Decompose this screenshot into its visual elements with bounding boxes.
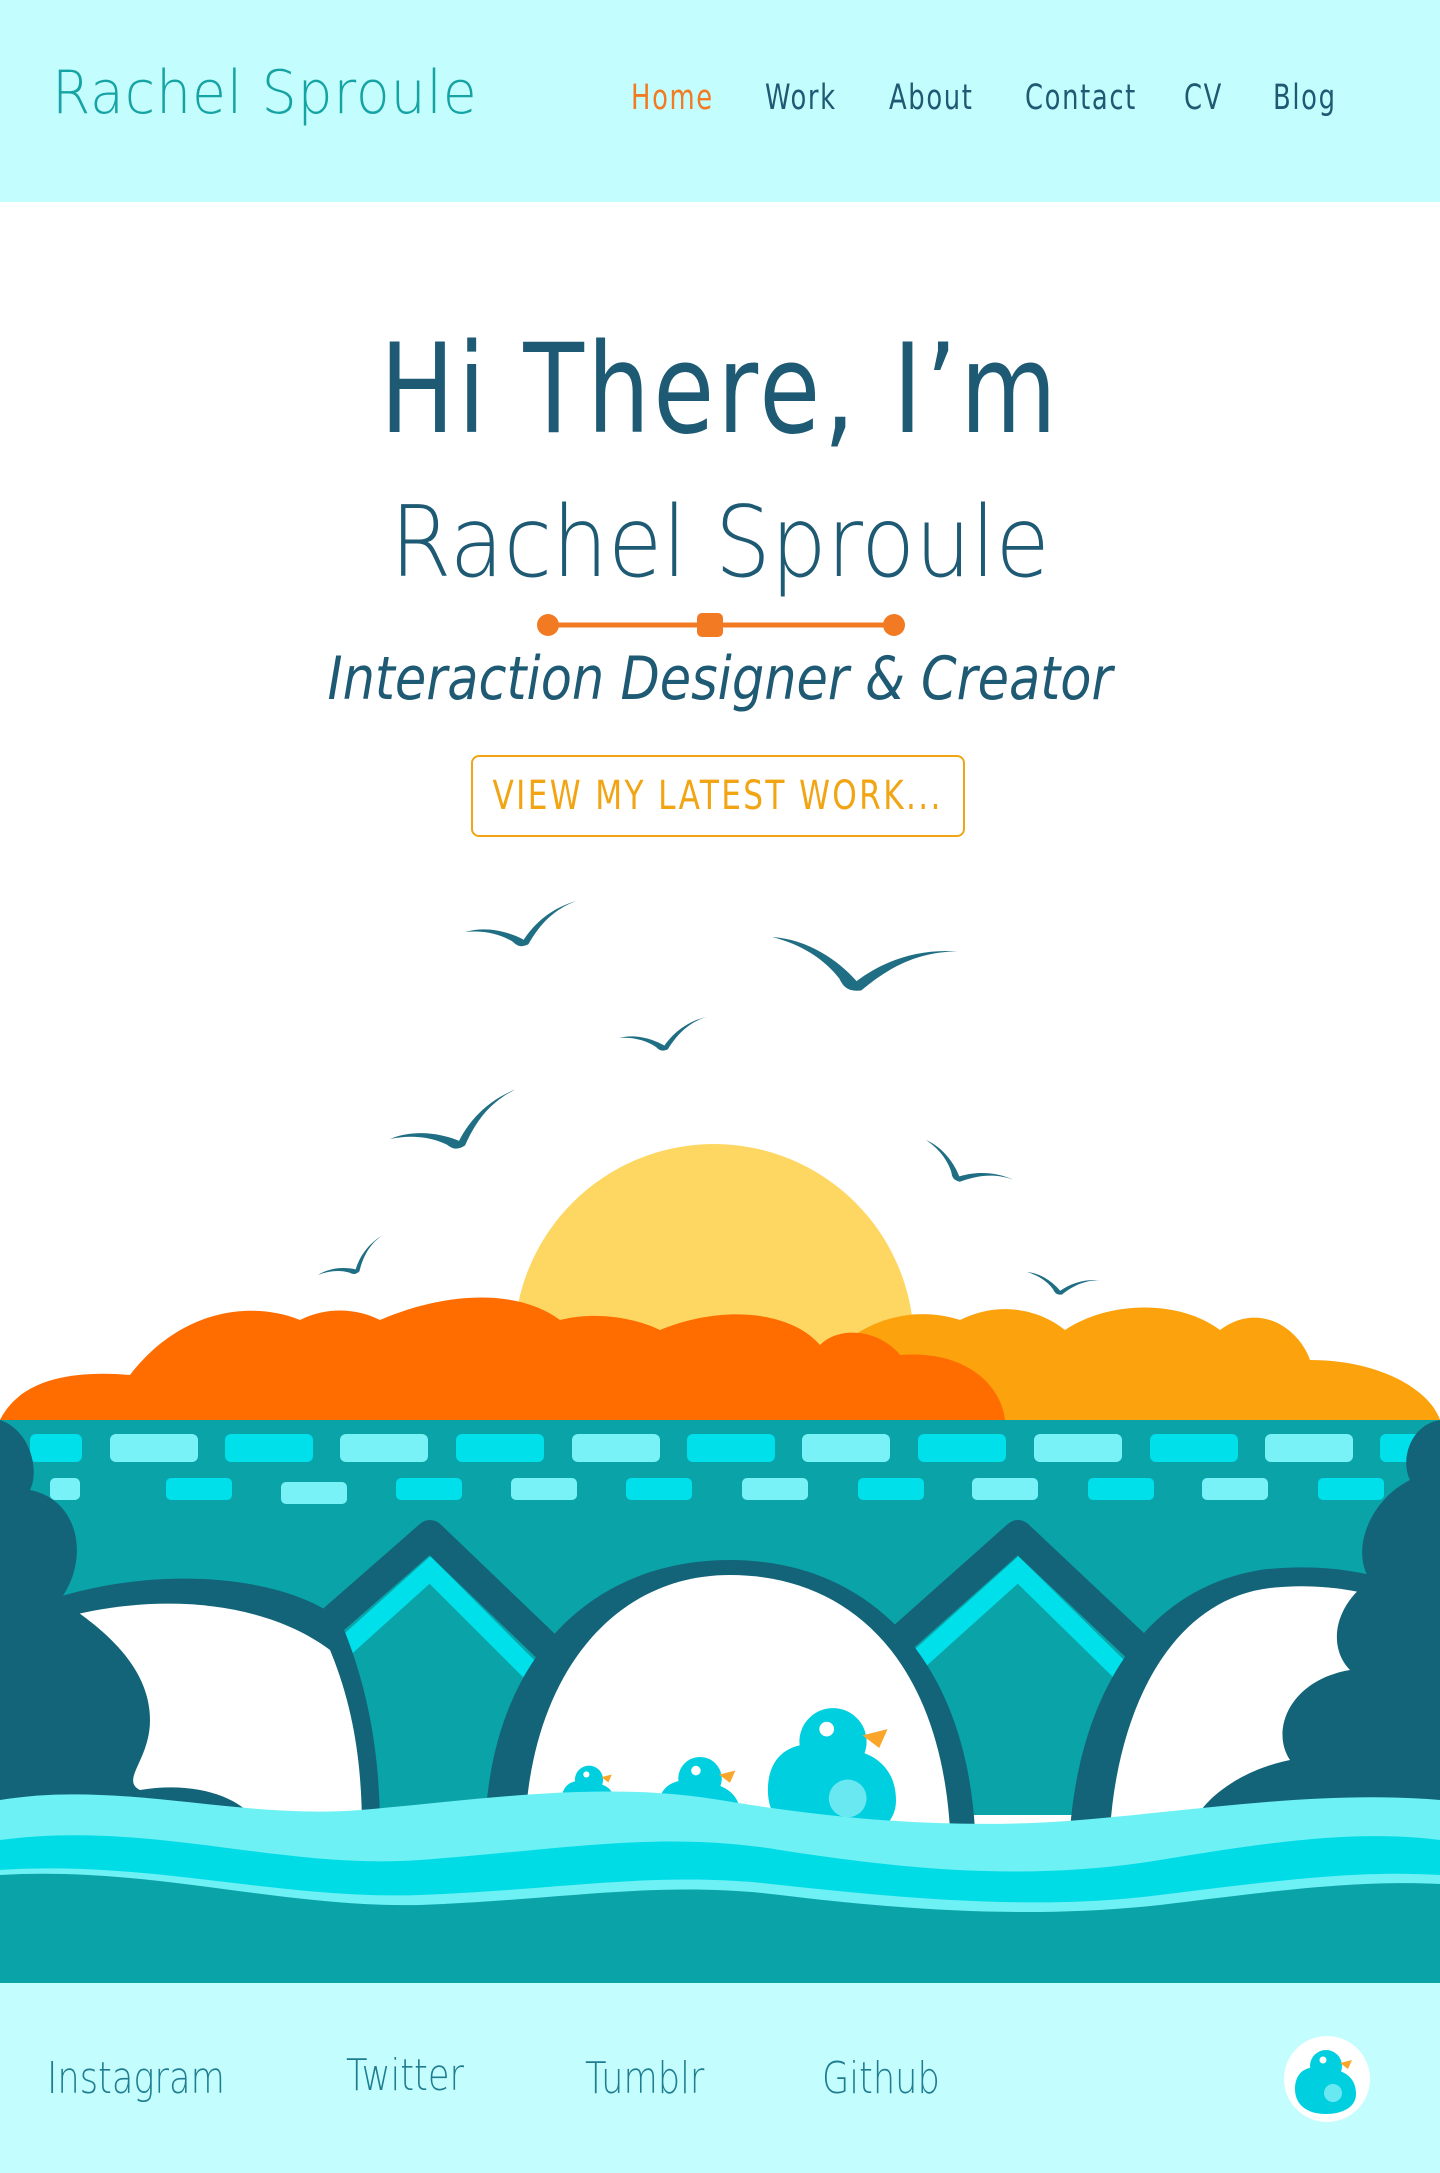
nav-about[interactable]: About: [889, 78, 974, 118]
site-logo[interactable]: Rachel Sproule: [52, 58, 478, 128]
bird-icon: [387, 1089, 528, 1168]
hero-divider: [537, 613, 905, 637]
twitter-link[interactable]: Twitter: [346, 2050, 464, 2101]
nav-work[interactable]: Work: [765, 78, 837, 118]
site-header: Rachel Sproule Home Work About Contact C…: [0, 0, 1440, 202]
nav-cv[interactable]: CV: [1184, 78, 1223, 118]
bird-icon: [618, 1016, 711, 1058]
github-link[interactable]: Github: [822, 2053, 940, 2104]
hero-name: Rachel Sproule: [390, 486, 1050, 600]
bird-icon: [1024, 1267, 1101, 1302]
bird-icon: [463, 901, 584, 958]
bird-icon: [766, 925, 958, 1005]
bridge-illustration: [0, 901, 1440, 1983]
duck-badge-icon[interactable]: [1282, 2034, 1372, 2124]
hero-greeting: Hi There, I’m: [380, 318, 1060, 462]
bird-icon: [915, 1134, 1014, 1205]
view-latest-work-button[interactable]: VIEW MY LATEST WORK...: [471, 755, 965, 837]
instagram-link[interactable]: Instagram: [47, 2053, 225, 2104]
bird-icon: [315, 1236, 392, 1290]
view-latest-work-label: VIEW MY LATEST WORK...: [492, 773, 944, 819]
nav-home[interactable]: Home: [631, 78, 714, 118]
river: [0, 1791, 1440, 1983]
bridge-bricks-top: [30, 1434, 1440, 1462]
hero-subtitle: Interaction Designer & Creator: [327, 644, 1113, 714]
nav-blog[interactable]: Blog: [1273, 78, 1337, 118]
nav-contact[interactable]: Contact: [1025, 78, 1137, 118]
tumblr-link[interactable]: Tumblr: [585, 2053, 704, 2104]
